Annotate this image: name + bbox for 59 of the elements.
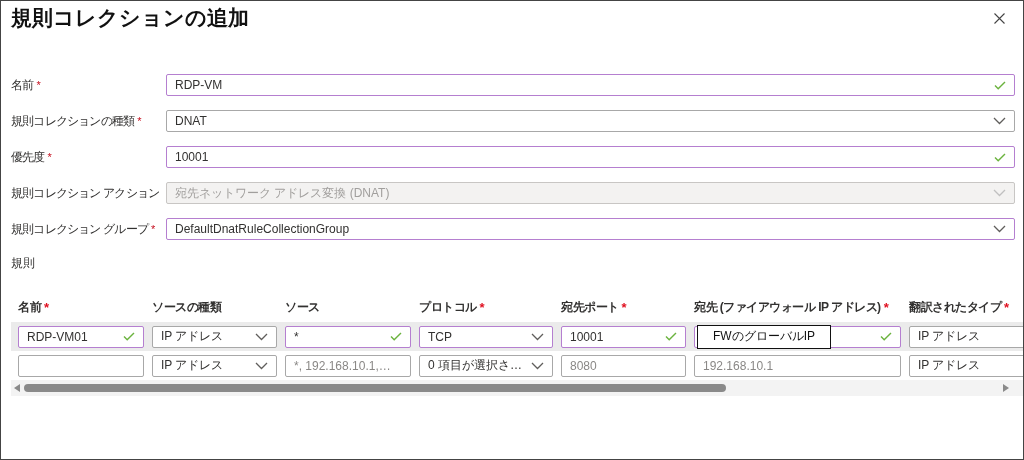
required-mark: * [479, 299, 485, 315]
required-mark: * [150, 223, 156, 235]
text-field[interactable]: 10001 [166, 146, 1015, 168]
checkmark-icon [994, 80, 1006, 90]
chevron-down-icon [993, 189, 1006, 197]
text-field[interactable]: * [285, 325, 411, 348]
text-field[interactable]: *, 192.168.10.1,… [285, 354, 411, 377]
scroll-right-icon[interactable] [1003, 384, 1009, 392]
column-header: 宛先 (ファイアウォール IP アドレス) [694, 298, 881, 316]
text-field[interactable]: FWのグローバルIP [694, 325, 901, 348]
column-header: プロトコル [419, 298, 477, 316]
column-header: 翻訳されたタイプ [909, 298, 1001, 316]
close-icon[interactable] [994, 12, 1005, 24]
chevron-down-icon [993, 225, 1006, 233]
text-field[interactable]: RDP-VM [166, 74, 1015, 96]
text-field[interactable]: IP アドレス [909, 354, 1023, 377]
required-mark: * [883, 299, 889, 315]
text-field[interactable] [18, 354, 144, 377]
checkmark-icon [390, 332, 402, 341]
field-label: 名前 [11, 76, 34, 94]
chevron-down-icon [255, 332, 268, 341]
text-field[interactable]: 192.168.10.1 [694, 354, 901, 377]
scroll-left-icon[interactable] [14, 384, 20, 392]
chevron-down-icon [255, 361, 268, 370]
column-header: 宛先ポート [561, 298, 619, 316]
dropdown[interactable]: IP アドレス [152, 354, 277, 377]
checkmark-icon [123, 332, 135, 341]
scrollbar-thumb[interactable] [24, 384, 726, 392]
column-header: 名前 [18, 298, 41, 316]
text-field[interactable]: RDP-VM01 [18, 325, 144, 348]
chevron-down-icon [993, 117, 1006, 125]
section-label: 規則 [11, 255, 36, 272]
checkmark-icon [994, 152, 1006, 162]
text-field[interactable]: IP アドレス [909, 325, 1023, 348]
field-label: 規則コレクションの種類 [11, 112, 135, 130]
chevron-down-icon [531, 361, 544, 370]
required-mark: * [44, 299, 49, 315]
dropdown[interactable]: IP アドレス [152, 325, 277, 348]
required-mark: * [137, 115, 142, 127]
dropdown[interactable]: DNAT [166, 110, 1015, 132]
callout-box: FWのグローバルIP [697, 324, 831, 349]
text-field[interactable]: 8080 [561, 354, 686, 377]
field-label: 規則コレクション アクション [11, 184, 160, 202]
required-mark: * [1004, 299, 1009, 315]
required-mark: * [47, 151, 52, 163]
chevron-down-icon [531, 332, 544, 341]
checkmark-icon [880, 332, 892, 341]
dialog-title: 規則コレクションの追加 [11, 5, 249, 31]
required-mark: * [621, 299, 627, 315]
required-mark: * [36, 79, 41, 91]
dropdown[interactable]: DefaultDnatRuleCollectionGroup [166, 218, 1015, 240]
checkmark-icon [665, 332, 677, 341]
column-header: ソースの種類 [152, 298, 221, 316]
dropdown[interactable]: 0 項目が選択さ… [419, 354, 553, 377]
column-header: ソース [285, 298, 320, 316]
field-label: 規則コレクション グループ [11, 220, 148, 238]
text-field[interactable]: 10001 [561, 325, 686, 348]
dropdown[interactable]: TCP [419, 325, 553, 348]
field-label: 優先度 [11, 148, 45, 166]
